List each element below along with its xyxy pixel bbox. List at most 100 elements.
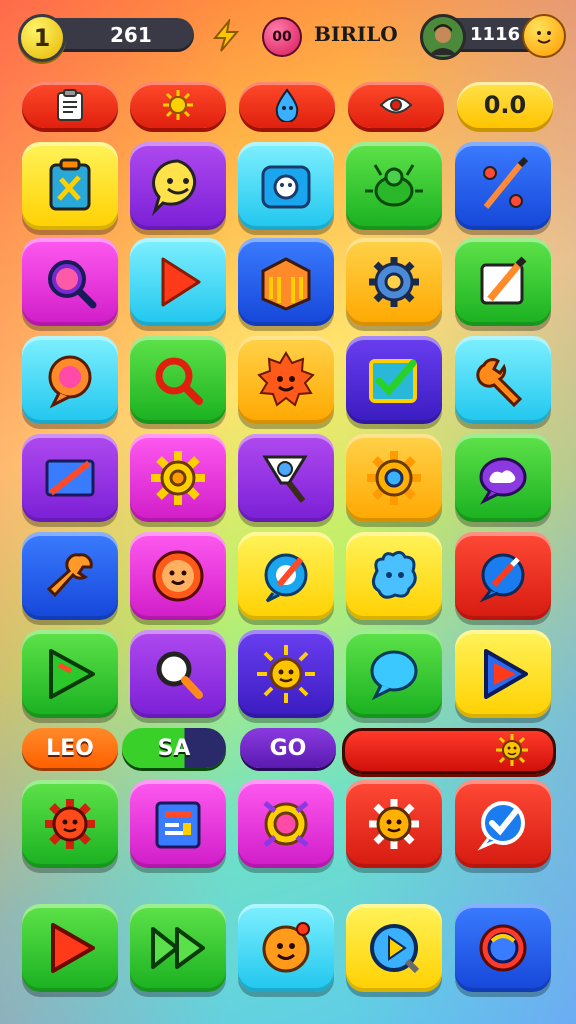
tile-bug[interactable] <box>346 142 442 230</box>
level-badge[interactable]: 1 <box>18 14 66 62</box>
tile-play-blue[interactable] <box>455 630 551 718</box>
emoji-icon[interactable] <box>522 14 566 58</box>
paw-icon <box>372 550 417 599</box>
tile-play[interactable] <box>130 238 226 326</box>
sun-icon <box>257 645 315 703</box>
tile-percent-pencil[interactable] <box>455 142 551 230</box>
badge-button[interactable]: 0.0 <box>457 82 553 128</box>
clipboard-icon <box>57 89 83 121</box>
gear-icon <box>367 451 421 505</box>
tile-chat-bubble[interactable] <box>22 336 118 424</box>
checklist-icon <box>369 359 417 403</box>
tile-fast-forward[interactable] <box>130 904 226 992</box>
tile-pencil-target[interactable] <box>238 532 334 620</box>
tile-smiley-chat[interactable] <box>130 142 226 230</box>
player-name: BIRILO <box>314 22 398 46</box>
mid-bar: LEO SA GO <box>22 728 556 774</box>
tile-search[interactable] <box>130 336 226 424</box>
face-icon <box>152 550 204 602</box>
play-circle-icon <box>370 924 420 974</box>
leo-label: LEO <box>46 735 94 761</box>
fast-forward-icon <box>151 927 205 969</box>
ruler-icon <box>45 459 95 497</box>
score-value: 1116 <box>470 24 521 45</box>
magnifier-icon <box>48 260 97 309</box>
tile-clipboard[interactable] <box>22 142 118 230</box>
tile-play-red[interactable] <box>22 904 118 992</box>
gem-badge[interactable]: 00 <box>262 17 302 57</box>
go-pill[interactable]: GO <box>240 728 336 768</box>
pencil-target-icon <box>264 553 308 603</box>
news-icon <box>155 801 201 849</box>
drop-icon <box>275 88 299 122</box>
tile-checklist[interactable] <box>346 336 442 424</box>
sun-icon <box>163 90 193 120</box>
tile-face-orange[interactable] <box>238 904 334 992</box>
tile-gear-yellow[interactable] <box>130 434 226 522</box>
tile-ruler[interactable] <box>22 434 118 522</box>
tile-face[interactable] <box>130 532 226 620</box>
tile-brush[interactable] <box>238 434 334 522</box>
tile-magnifier-white[interactable] <box>130 630 226 718</box>
chat-bubble-icon <box>370 650 418 701</box>
tile-play-green[interactable] <box>22 630 118 718</box>
brush-icon <box>262 455 308 503</box>
tile-target[interactable] <box>238 780 334 868</box>
coins-value: 261 <box>110 23 152 47</box>
gear-icon <box>369 257 419 307</box>
tile-camera-face[interactable] <box>238 142 334 230</box>
tile-gear[interactable] <box>346 238 442 326</box>
tile-news[interactable] <box>130 780 226 868</box>
tile-gear-ring[interactable] <box>346 434 442 522</box>
green-pill[interactable]: SA <box>122 728 226 768</box>
tile-play-circle[interactable] <box>346 904 442 992</box>
tile-chat[interactable] <box>346 630 442 718</box>
tile-box[interactable] <box>238 238 334 326</box>
tile-check[interactable] <box>455 780 551 868</box>
toolbar: 0.0 <box>22 82 554 128</box>
eye-icon <box>379 96 413 114</box>
tile-headset[interactable] <box>455 904 551 992</box>
gem-badge-value: 00 <box>272 29 292 45</box>
drop-button[interactable] <box>239 82 335 128</box>
leo-label-pill[interactable]: LEO <box>22 728 118 768</box>
tile-cloud-chat[interactable] <box>455 434 551 522</box>
check-icon <box>477 801 525 851</box>
headset-icon <box>479 924 527 972</box>
clipboard-icon <box>49 158 91 211</box>
tile-sun-face[interactable] <box>238 336 334 424</box>
green-pill-label: SA <box>157 735 191 761</box>
tile-paw[interactable] <box>346 532 442 620</box>
box-icon <box>261 257 311 311</box>
gear-face-icon <box>45 799 95 849</box>
badge-value: 0.0 <box>483 91 527 119</box>
wrench-circle-icon <box>479 553 525 603</box>
play-icon <box>484 649 528 699</box>
sun-button[interactable] <box>130 82 226 128</box>
tile-magnifier[interactable] <box>22 238 118 326</box>
sun-face-icon <box>257 351 315 407</box>
tile-wrench[interactable] <box>455 336 551 424</box>
tile-gear-face-orange[interactable] <box>346 780 442 868</box>
tile-sun[interactable] <box>238 630 334 718</box>
play-icon <box>51 923 95 973</box>
target-icon <box>263 801 309 847</box>
eye-button[interactable] <box>348 82 444 128</box>
search-icon <box>155 357 203 405</box>
percent-pencil-icon <box>483 156 529 209</box>
tile-wrench-blue[interactable] <box>22 532 118 620</box>
wrench-icon <box>476 358 523 408</box>
go-label: GO <box>269 735 307 761</box>
cloud-chat-icon <box>479 457 527 505</box>
lightning-icon[interactable] <box>208 18 244 54</box>
tile-gear-face[interactable] <box>22 780 118 868</box>
play-icon <box>49 649 95 699</box>
tile-edit[interactable] <box>455 238 551 326</box>
clipboard-button[interactable] <box>22 82 118 128</box>
gear-face-icon <box>369 799 419 849</box>
level-badge-value: 1 <box>33 24 51 52</box>
tile-wrench-circle[interactable] <box>455 532 551 620</box>
wrench-icon <box>46 553 93 598</box>
sun-icon <box>495 733 529 773</box>
avatar[interactable] <box>420 14 466 60</box>
